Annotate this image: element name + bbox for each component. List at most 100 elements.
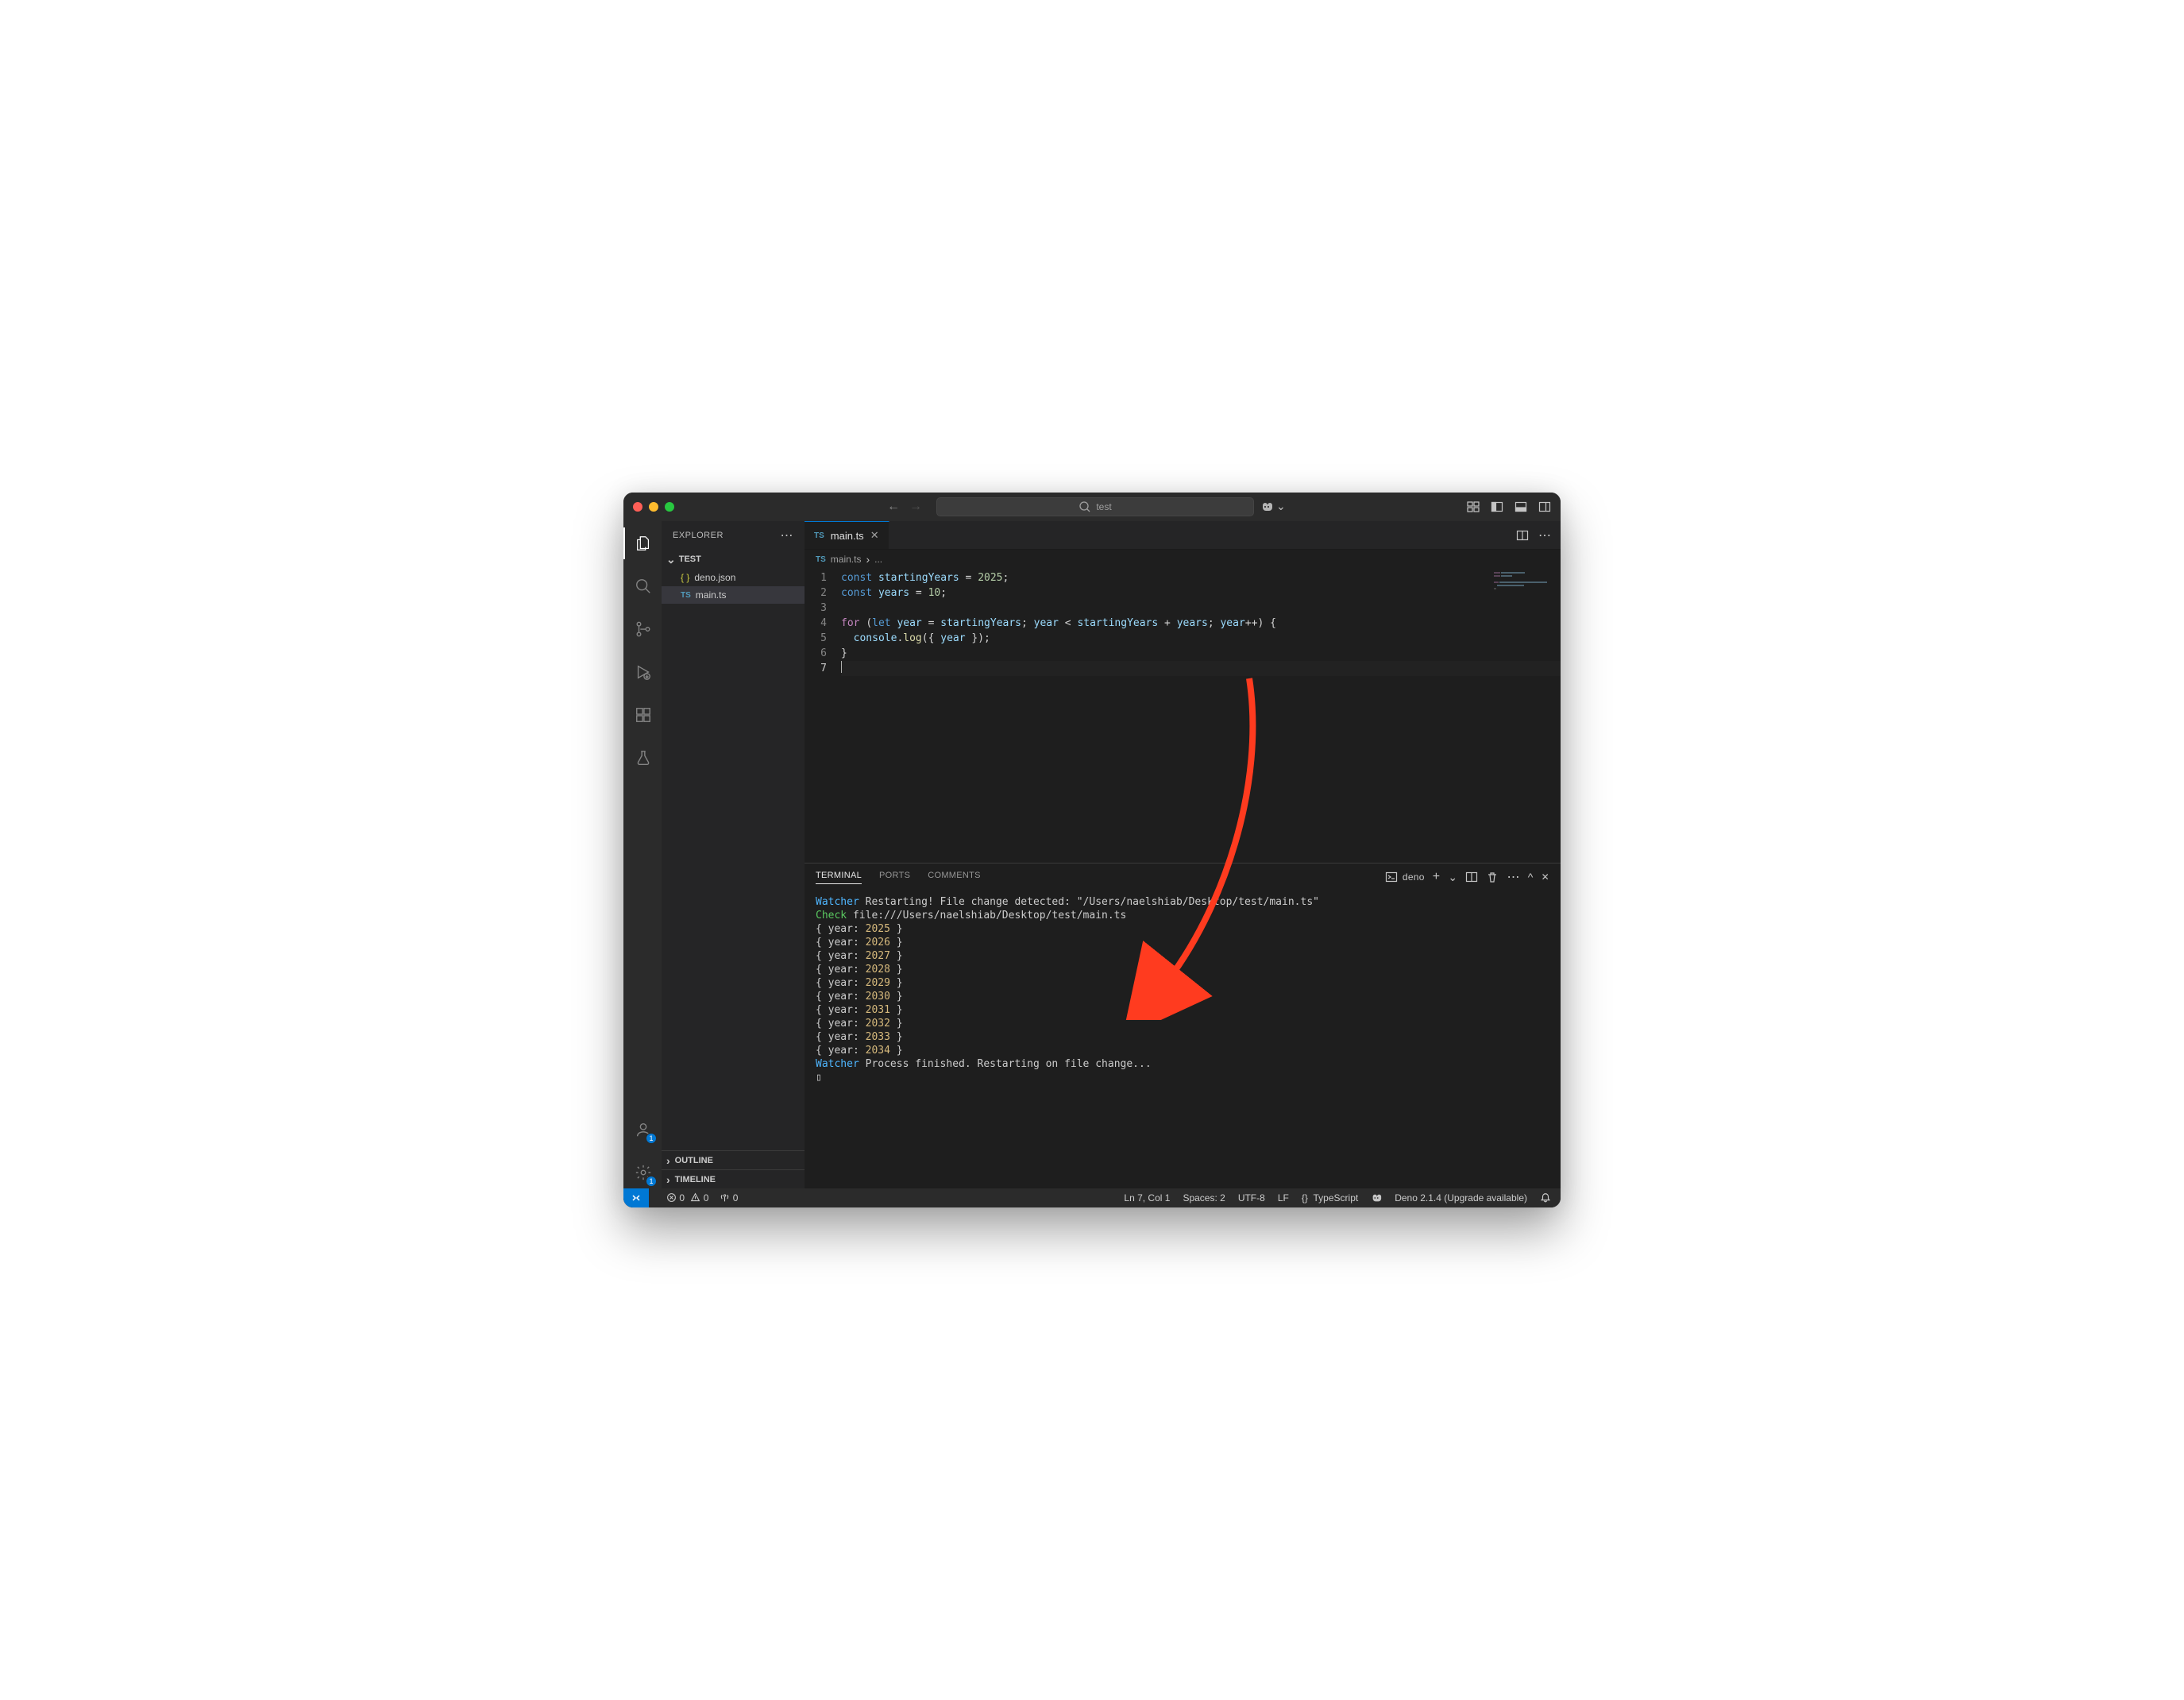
indentation-status[interactable]: Spaces: 2	[1183, 1192, 1225, 1204]
search-icon	[1078, 500, 1091, 513]
panel-maximize-button[interactable]: ^	[1528, 871, 1534, 883]
editor-area: TS main.ts ✕ TS main.ts ... 1234567 cons…	[805, 521, 1561, 1188]
nav-arrows: ← →	[887, 500, 922, 514]
panel-tabs: TERMINAL PORTS COMMENTS deno + ^	[805, 864, 1561, 891]
copilot-status-icon[interactable]	[1371, 1192, 1382, 1204]
close-tab-button[interactable]: ✕	[870, 529, 879, 542]
copilot-group[interactable]	[1260, 500, 1286, 514]
explorer-sidebar: EXPLORER TEST { }deno.jsonTSmain.ts OUTL…	[662, 521, 805, 1188]
copilot-icon	[1260, 500, 1273, 513]
deno-status[interactable]: Deno 2.1.4 (Upgrade available)	[1395, 1192, 1527, 1204]
file-tree: { }deno.jsonTSmain.ts	[662, 569, 805, 604]
comments-tab[interactable]: COMMENTS	[928, 871, 981, 884]
editor-tabs: TS main.ts ✕	[805, 521, 1561, 550]
timeline-section[interactable]: TIMELINE	[662, 1169, 805, 1188]
line-gutter: 1234567	[805, 569, 841, 863]
search-activity[interactable]	[623, 570, 662, 602]
outline-label: OUTLINE	[675, 1156, 713, 1165]
accounts-button[interactable]: 1	[623, 1114, 662, 1146]
command-center-search[interactable]: test	[936, 497, 1254, 516]
status-bar: 0 0 0 Ln 7, Col 1 Spaces: 2 UTF-8 LF {} …	[623, 1188, 1561, 1207]
close-window-button[interactable]	[633, 502, 642, 512]
beaker-icon	[635, 749, 652, 767]
remote-icon	[630, 1192, 642, 1204]
kill-terminal-icon[interactable]	[1486, 871, 1499, 883]
terminal-output[interactable]: Watcher Restarting! File change detected…	[805, 891, 1561, 1188]
language-status[interactable]: {} TypeScript	[1302, 1192, 1358, 1204]
extensions-icon	[635, 706, 652, 724]
breadcrumb-rest: ...	[874, 554, 882, 565]
terminal-tab[interactable]: TERMINAL	[816, 871, 862, 884]
run-debug-activity[interactable]	[623, 656, 662, 688]
new-terminal-button[interactable]: +	[1433, 870, 1441, 884]
minimap[interactable]	[1494, 572, 1557, 604]
chevron-down-icon	[666, 553, 676, 566]
settings-button[interactable]: 1	[623, 1157, 662, 1188]
file-item-deno-json[interactable]: { }deno.json	[662, 569, 805, 586]
settings-badge: 1	[646, 1176, 657, 1187]
titlebar-right	[1467, 500, 1551, 513]
layout-customize-icon[interactable]	[1467, 500, 1480, 513]
folder-name: TEST	[679, 554, 701, 564]
antenna-icon	[720, 1192, 730, 1203]
ts-icon: TS	[816, 555, 826, 564]
run-debug-icon	[635, 663, 652, 681]
extensions-activity[interactable]	[623, 699, 662, 731]
terminal-name[interactable]: deno	[1385, 871, 1425, 883]
toggle-secondary-sidebar-icon[interactable]	[1538, 500, 1551, 513]
nav-back-button[interactable]: ←	[887, 500, 900, 514]
cursor-position-status[interactable]: Ln 7, Col 1	[1124, 1192, 1170, 1204]
terminal-icon	[1385, 871, 1398, 883]
file-item-main-ts[interactable]: TSmain.ts	[662, 586, 805, 604]
terminal-dropdown-button[interactable]	[1448, 871, 1457, 884]
accounts-badge: 1	[646, 1133, 657, 1144]
breadcrumb-file: main.ts	[831, 554, 862, 565]
timeline-label: TIMELINE	[675, 1175, 716, 1184]
minimize-window-button[interactable]	[649, 502, 658, 512]
bell-icon[interactable]	[1540, 1192, 1551, 1204]
warning-icon	[690, 1192, 700, 1203]
remote-button[interactable]	[623, 1188, 649, 1207]
json-icon: { }	[681, 572, 689, 583]
panel-close-button[interactable]: ✕	[1542, 871, 1549, 883]
chevron-right-icon	[866, 553, 870, 566]
bottom-panel: TERMINAL PORTS COMMENTS deno + ^	[805, 863, 1561, 1188]
activity-bar: 1 1	[623, 521, 662, 1188]
split-terminal-icon[interactable]	[1465, 871, 1478, 883]
search-icon	[635, 578, 652, 595]
toggle-primary-sidebar-icon[interactable]	[1491, 500, 1503, 513]
tab-main-ts[interactable]: TS main.ts ✕	[805, 521, 889, 549]
encoding-status[interactable]: UTF-8	[1238, 1192, 1265, 1204]
nav-forward-button[interactable]: →	[909, 500, 922, 514]
panel-more-button[interactable]	[1507, 869, 1519, 885]
search-text: test	[1096, 501, 1111, 512]
breadcrumb[interactable]: TS main.ts ...	[805, 550, 1561, 569]
tab-label: main.ts	[831, 530, 864, 542]
split-editor-icon[interactable]	[1516, 529, 1529, 542]
ports-tab[interactable]: PORTS	[879, 871, 910, 884]
testing-activity[interactable]	[623, 742, 662, 774]
source-control-icon	[635, 620, 652, 638]
code-editor[interactable]: 1234567 const startingYears = 2025;const…	[805, 569, 1561, 863]
editor-more-button[interactable]	[1538, 527, 1551, 543]
maximize-window-button[interactable]	[665, 502, 674, 512]
ports-status[interactable]: 0	[720, 1192, 738, 1204]
outline-section[interactable]: OUTLINE	[662, 1150, 805, 1169]
eol-status[interactable]: LF	[1278, 1192, 1289, 1204]
explorer-header: EXPLORER	[662, 521, 805, 550]
error-icon	[666, 1192, 677, 1203]
vscode-window: ← → test	[623, 493, 1561, 1207]
problems-status[interactable]: 0 0	[666, 1192, 708, 1204]
chevron-right-icon	[666, 1173, 670, 1186]
folder-root[interactable]: TEST	[662, 550, 805, 569]
code-content[interactable]: const startingYears = 2025;const years =…	[841, 569, 1561, 863]
source-control-activity[interactable]	[623, 613, 662, 645]
ts-icon: TS	[681, 591, 691, 600]
explorer-activity[interactable]	[623, 527, 662, 559]
ts-icon: TS	[814, 531, 824, 540]
chevron-down-icon	[1276, 500, 1286, 514]
explorer-more-button[interactable]	[781, 527, 794, 543]
traffic-lights	[633, 502, 674, 512]
files-icon	[635, 535, 652, 552]
toggle-panel-icon[interactable]	[1515, 500, 1527, 513]
